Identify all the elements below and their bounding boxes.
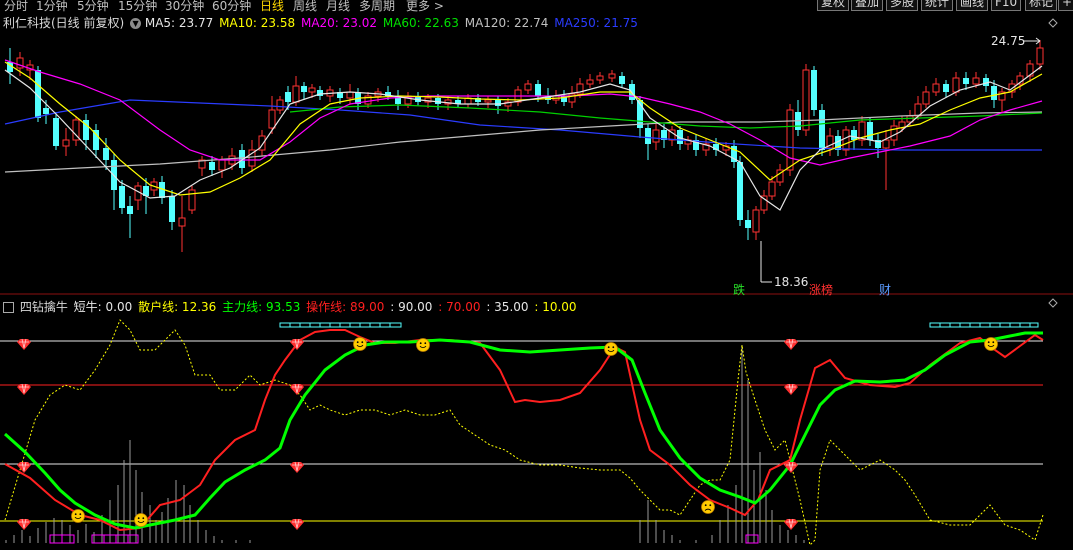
diamond-icon[interactable] <box>1048 298 1058 308</box>
diamond-icon[interactable] <box>784 383 798 395</box>
diamond-icon[interactable] <box>290 461 304 473</box>
candlestick <box>317 86 323 100</box>
candlestick <box>72 116 80 146</box>
candlestick <box>608 70 616 82</box>
chart-canvas[interactable]: 24.75 18.36 跌 涨榜 财 <box>0 0 1073 550</box>
candlestick <box>83 114 89 150</box>
main-force-line <box>3 331 1043 530</box>
candlestick <box>111 154 117 210</box>
sad-icon[interactable] <box>701 500 715 514</box>
candlestick <box>484 96 492 108</box>
candlestick <box>875 134 881 158</box>
candlestick <box>745 210 751 240</box>
smile-icon[interactable] <box>134 513 148 527</box>
diamond-icon[interactable] <box>17 383 31 395</box>
retail-line <box>4 319 1044 546</box>
candlestick <box>62 128 70 156</box>
event-marker-cai[interactable]: 财 <box>879 283 891 297</box>
operation-line <box>4 329 1044 532</box>
candlestick <box>188 186 196 214</box>
candlestick <box>552 90 560 104</box>
candlestick <box>1026 60 1034 82</box>
smile-icon[interactable] <box>604 342 618 356</box>
diamond-icon[interactable] <box>290 383 304 395</box>
candlestick <box>645 124 651 160</box>
event-marker-die[interactable]: 跌 <box>733 282 745 297</box>
candlestick <box>713 138 719 156</box>
candlestick <box>752 206 760 240</box>
diamond-icon[interactable] <box>784 338 798 350</box>
candlestick <box>932 78 940 96</box>
candlestick <box>53 112 59 150</box>
high-price-annotation: 24.75 <box>991 34 1041 48</box>
candlestick <box>760 190 768 214</box>
candlestick <box>395 90 401 110</box>
candlestick <box>301 82 307 100</box>
candlestick <box>867 118 873 146</box>
ma60-line <box>289 104 1043 129</box>
candlestick <box>248 140 256 172</box>
diamond-signals <box>17 338 798 530</box>
candlestick <box>276 96 284 114</box>
candlestick <box>524 80 532 94</box>
candlestick <box>93 124 99 158</box>
candlestick <box>826 128 834 156</box>
candlestick <box>134 182 142 210</box>
diamond-icon[interactable] <box>17 338 31 350</box>
smile-icon[interactable] <box>416 338 430 352</box>
smile-icon[interactable] <box>353 337 367 351</box>
candlestick-series <box>7 40 1044 252</box>
candlestick <box>668 126 676 146</box>
event-marker-zhangbang[interactable]: 涨榜 <box>809 282 833 297</box>
candlestick <box>842 126 850 156</box>
candlestick <box>922 86 930 108</box>
smile-icon[interactable] <box>71 509 85 523</box>
diamond-icon[interactable] <box>1048 18 1058 28</box>
short-bull-bars <box>5 345 805 543</box>
candlestick <box>1036 40 1044 70</box>
candlestick <box>684 136 692 150</box>
diamond-icon[interactable] <box>784 518 798 530</box>
svg-text:18.36: 18.36 <box>774 275 808 289</box>
low-price-annotation: 18.36 <box>760 241 808 289</box>
candlestick <box>943 80 949 98</box>
candlestick <box>198 156 206 176</box>
candlestick <box>795 100 801 136</box>
signal-band <box>279 322 1039 328</box>
candlestick <box>851 126 857 150</box>
candlestick <box>586 74 594 88</box>
candlestick <box>619 72 625 88</box>
smile-icon[interactable] <box>984 337 998 351</box>
candlestick <box>209 156 215 176</box>
candlestick <box>811 66 817 116</box>
candlestick <box>495 96 501 114</box>
candlestick <box>652 124 660 150</box>
candlestick <box>178 196 186 252</box>
diamond-icon[interactable] <box>290 518 304 530</box>
candlestick <box>702 138 710 156</box>
candlestick <box>127 196 133 238</box>
candlestick <box>998 88 1006 112</box>
svg-text:24.75: 24.75 <box>991 34 1025 48</box>
candlestick <box>119 180 125 214</box>
candlestick <box>693 134 699 156</box>
diamond-icon[interactable] <box>290 338 304 350</box>
candlestick <box>596 72 604 84</box>
diamond-icon[interactable] <box>17 518 31 530</box>
candlestick <box>890 120 898 146</box>
